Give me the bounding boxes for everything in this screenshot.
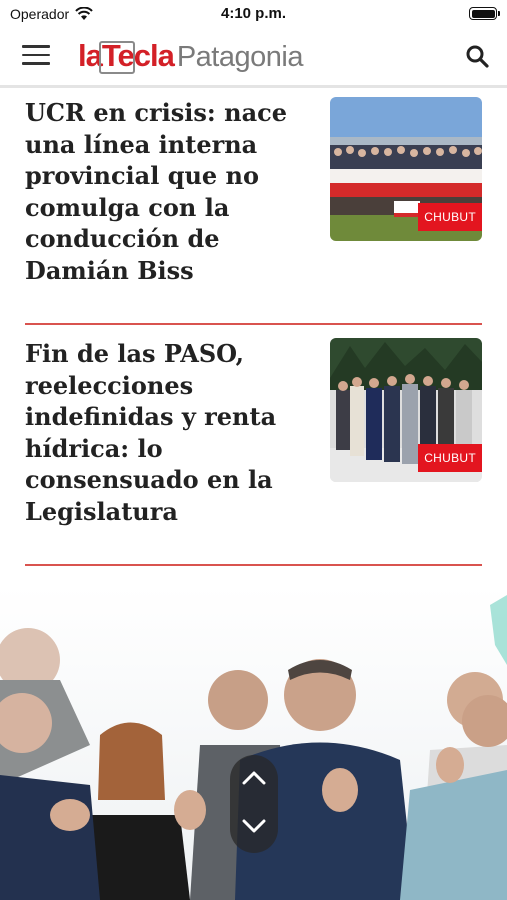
search-icon[interactable] <box>465 44 489 68</box>
app-header: laTecla Patagonia <box>0 28 507 88</box>
article-divider <box>25 323 482 325</box>
article-thumbnail[interactable]: CHUBUT <box>330 338 482 482</box>
logo-sub-text: Patagonia <box>176 41 304 73</box>
status-bar: Operador 4:10 p.m. <box>0 0 507 28</box>
article-divider <box>25 564 482 566</box>
article-item[interactable]: Fin de las PASO, reelecciones indefinida… <box>25 338 482 528</box>
logo-main-text: laTecla <box>78 38 175 74</box>
article-item[interactable]: UCR en crisis: nace una línea interna pr… <box>25 97 482 287</box>
status-time: 4:10 p.m. <box>220 5 287 22</box>
site-logo[interactable]: laTecla Patagonia <box>78 38 303 78</box>
hamburger-icon <box>22 45 50 48</box>
chevron-down-icon[interactable] <box>241 813 267 839</box>
chevron-up-icon[interactable] <box>241 765 267 791</box>
menu-button[interactable] <box>22 45 50 67</box>
article-headline[interactable]: Fin de las PASO, reelecciones indefinida… <box>25 338 310 528</box>
article-headline[interactable]: UCR en crisis: nace una línea interna pr… <box>25 97 310 287</box>
article-tag[interactable]: CHUBUT <box>418 444 482 472</box>
article-thumbnail[interactable]: CHUBUT <box>330 97 482 241</box>
scroll-control <box>230 755 278 853</box>
battery-icon <box>469 7 500 20</box>
article-tag[interactable]: CHUBUT <box>418 203 482 231</box>
